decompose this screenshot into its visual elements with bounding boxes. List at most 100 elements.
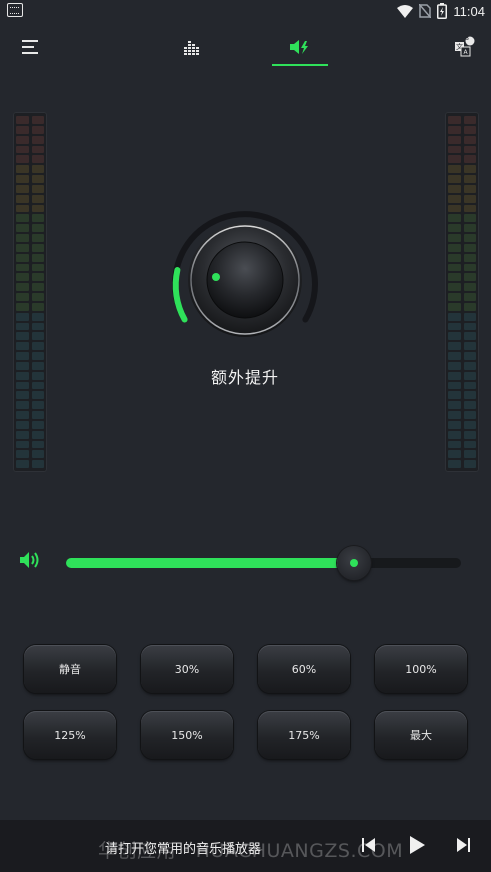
- preset-175-button[interactable]: 175%: [258, 711, 350, 759]
- vu-segment: [463, 234, 476, 242]
- vu-segment: [16, 361, 29, 370]
- vu-segment: [448, 194, 461, 203]
- vu-segment: [31, 234, 44, 242]
- vu-segment: [31, 184, 44, 193]
- active-tab-indicator: [272, 64, 328, 66]
- vu-segment: [448, 273, 461, 282]
- preset-30-button[interactable]: 30%: [141, 645, 233, 693]
- vu-segment: [448, 293, 461, 301]
- vu-segment: [463, 283, 476, 291]
- language-badge: 8: [465, 35, 469, 42]
- vu-segment: [463, 401, 476, 409]
- vu-segment: [448, 312, 461, 321]
- vu-segment: [16, 145, 29, 154]
- vu-segment: [448, 342, 461, 350]
- play-icon: [410, 836, 425, 854]
- vu-segment: [448, 184, 461, 193]
- vu-segment: [16, 420, 29, 429]
- vu-segment: [31, 273, 44, 282]
- vu-segment: [463, 381, 476, 390]
- status-bar: 11:04: [0, 0, 491, 22]
- vu-segment: [31, 125, 44, 134]
- vu-segment: [463, 420, 476, 429]
- vu-segment: [448, 155, 461, 164]
- vu-segment: [16, 312, 29, 321]
- vu-segment: [463, 430, 476, 439]
- vu-segment: [448, 420, 461, 429]
- previous-icon: [362, 838, 375, 852]
- vu-segment: [448, 125, 461, 134]
- vu-segment: [31, 332, 44, 341]
- preset-mute-button[interactable]: 静音: [24, 645, 116, 693]
- vu-segment: [16, 224, 29, 232]
- vu-segment: [31, 116, 44, 124]
- vu-segment: [16, 214, 29, 223]
- preset-max-button[interactable]: 最大: [375, 711, 467, 759]
- vu-segment: [16, 322, 29, 331]
- boost-knob[interactable]: [165, 205, 325, 365]
- next-button[interactable]: [456, 836, 470, 858]
- vu-segment: [31, 302, 44, 311]
- vu-segment: [16, 450, 29, 459]
- language-button[interactable]: 文 A 8: [448, 22, 480, 72]
- boost-knob-graphic: [172, 211, 318, 337]
- vu-segment: [448, 175, 461, 183]
- vu-segment: [448, 243, 461, 252]
- vu-segment: [16, 332, 29, 341]
- vu-segment: [31, 204, 44, 213]
- vu-segment: [31, 322, 44, 331]
- vu-segment: [463, 253, 476, 262]
- volume-slider[interactable]: [66, 546, 461, 580]
- vu-segment: [463, 371, 476, 380]
- preset-100-button[interactable]: 100%: [375, 645, 467, 693]
- vu-segment: [448, 302, 461, 311]
- tab-equalizer[interactable]: [172, 22, 212, 72]
- preset-150-button[interactable]: 150%: [141, 711, 233, 759]
- vu-segment: [16, 175, 29, 183]
- volume-slider-thumb[interactable]: [337, 546, 372, 580]
- menu-icon: [22, 40, 38, 54]
- vu-segment: [463, 273, 476, 282]
- vu-segment: [31, 293, 44, 301]
- play-button[interactable]: [409, 836, 425, 858]
- vu-segment: [463, 450, 476, 459]
- vu-segment: [448, 391, 461, 400]
- vu-segment: [463, 116, 476, 124]
- vu-segment: [448, 460, 461, 468]
- vu-segment: [448, 411, 461, 419]
- vu-segment: [16, 411, 29, 419]
- vu-segment: [31, 253, 44, 262]
- vu-segment: [16, 125, 29, 134]
- knob-progress-arc: [172, 267, 188, 323]
- vu-segment: [448, 322, 461, 331]
- volume-boost-icon: [290, 40, 308, 54]
- volume-slider-fill: [66, 558, 355, 568]
- vu-segment: [463, 293, 476, 301]
- vu-segment: [463, 263, 476, 272]
- vu-segment: [448, 253, 461, 262]
- preset-125-button[interactable]: 125%: [24, 711, 116, 759]
- vu-segment: [31, 263, 44, 272]
- vu-segment: [463, 302, 476, 311]
- vu-segment: [448, 352, 461, 360]
- vu-segment: [31, 411, 44, 419]
- vu-segment: [16, 194, 29, 203]
- vu-segment: [31, 283, 44, 291]
- vu-segment: [31, 391, 44, 400]
- vu-segment: [448, 204, 461, 213]
- vu-segment: [463, 391, 476, 400]
- vu-segment: [31, 145, 44, 154]
- previous-button[interactable]: [362, 836, 376, 858]
- vu-segment: [463, 184, 476, 193]
- vu-segment: [16, 371, 29, 380]
- vu-segment: [31, 352, 44, 360]
- vu-segment: [448, 145, 461, 154]
- volume-speaker-button[interactable]: [20, 551, 42, 573]
- vu-segment: [16, 165, 29, 173]
- vu-segment: [16, 302, 29, 311]
- preset-60-button[interactable]: 60%: [258, 645, 350, 693]
- vu-segment: [448, 381, 461, 390]
- menu-button[interactable]: [14, 22, 46, 72]
- watermark: 华创应用 · HUACHUANGZS.COM: [98, 840, 404, 862]
- vu-segment: [463, 125, 476, 134]
